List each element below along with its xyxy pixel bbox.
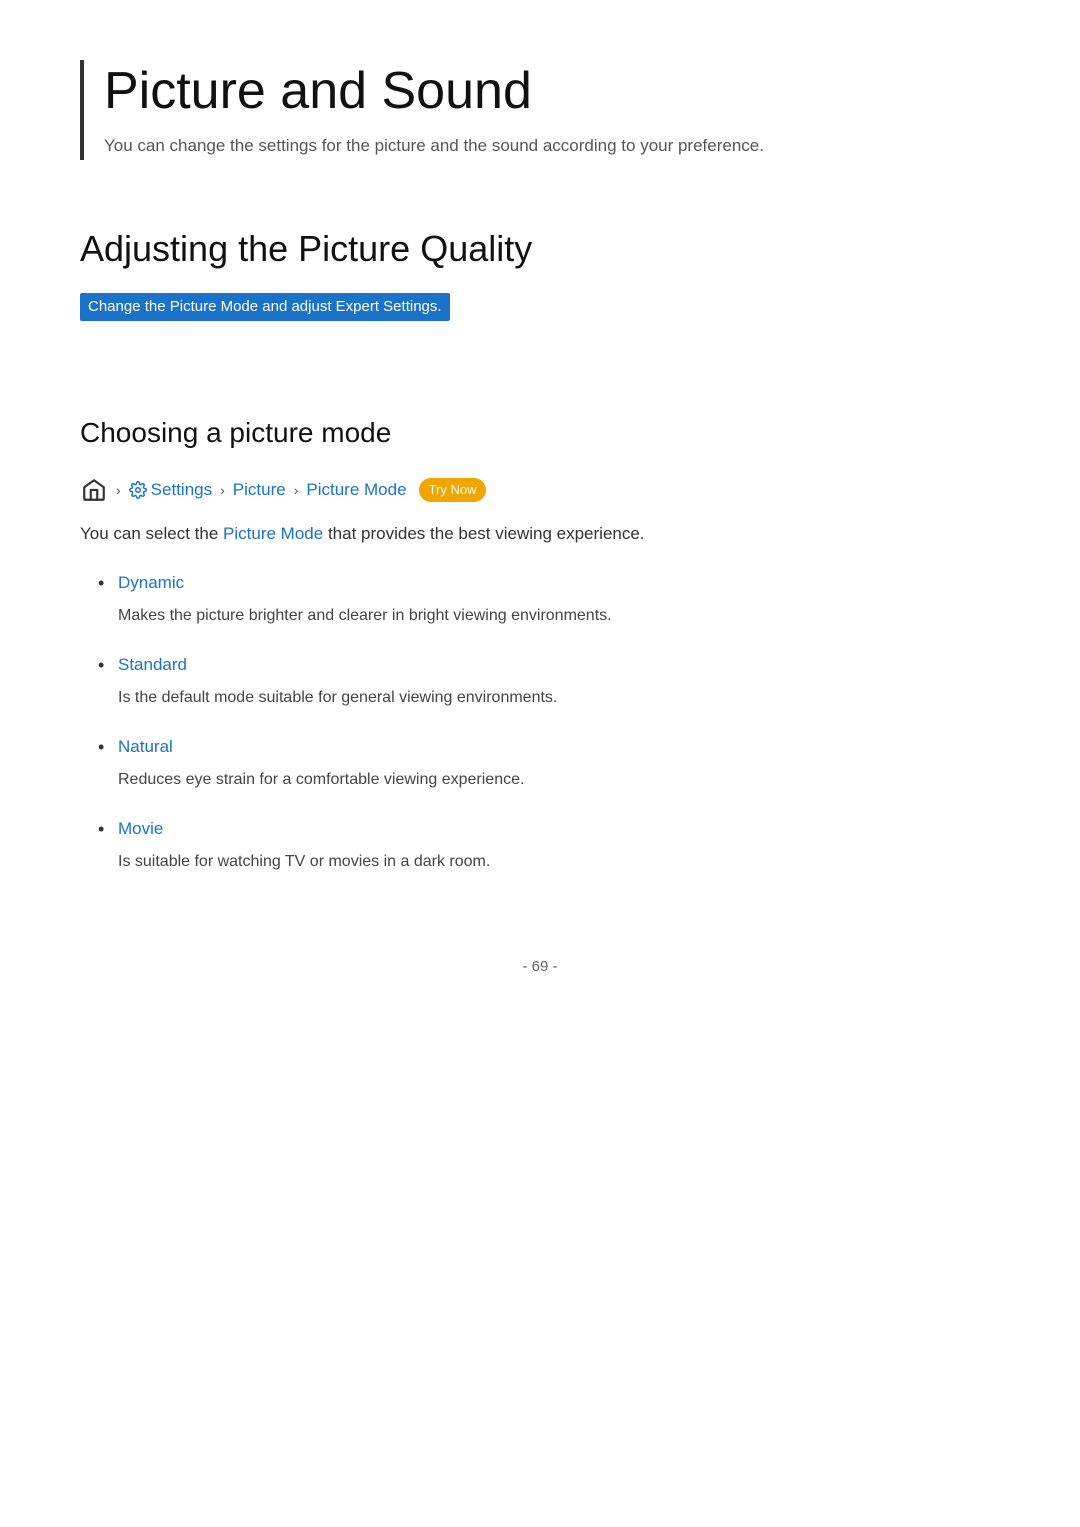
- item-desc-standard: Is the default mode suitable for general…: [118, 689, 557, 706]
- page-number: - 69 -: [522, 958, 557, 975]
- item-desc-dynamic: Makes the picture brighter and clearer i…: [118, 607, 612, 624]
- section1-highlight: Change the Picture Mode and adjust Exper…: [80, 293, 450, 321]
- list-item: Natural Reduces eye strain for a comfort…: [90, 733, 1000, 793]
- breadcrumb-picture-mode-link[interactable]: Picture Mode: [306, 476, 406, 503]
- page-title-block: Picture and Sound You can change the set…: [80, 60, 1000, 160]
- breadcrumb-picture-mode-label: Picture Mode: [306, 476, 406, 503]
- breadcrumb-picture-link[interactable]: Picture: [233, 476, 286, 503]
- section1-title: Adjusting the Picture Quality: [80, 220, 1000, 278]
- breadcrumb-settings-label: Settings: [151, 476, 212, 503]
- breadcrumb-settings-link[interactable]: Settings: [129, 476, 212, 503]
- list-item: Standard Is the default mode suitable fo…: [90, 651, 1000, 711]
- item-desc-movie: Is suitable for watching TV or movies in…: [118, 853, 490, 870]
- page-subtitle: You can change the settings for the pict…: [104, 132, 1000, 159]
- item-term-dynamic: Dynamic: [118, 569, 1000, 596]
- item-desc-natural: Reduces eye strain for a comfortable vie…: [118, 771, 524, 788]
- section-picture-quality: Adjusting the Picture Quality Change the…: [80, 220, 1000, 362]
- item-term-natural: Natural: [118, 733, 1000, 760]
- breadcrumb-chevron-1: ›: [116, 479, 121, 501]
- breadcrumb-chevron-3: ›: [294, 479, 299, 501]
- section2-title: Choosing a picture mode: [80, 411, 1000, 456]
- picture-mode-list: Dynamic Makes the picture brighter and c…: [80, 569, 1000, 875]
- section-picture-mode: Choosing a picture mode › Settings › Pic…: [80, 411, 1000, 875]
- item-term-movie: Movie: [118, 815, 1000, 842]
- page-footer: - 69 -: [80, 955, 1000, 979]
- breadcrumb-chevron-2: ›: [220, 479, 225, 501]
- list-item: Movie Is suitable for watching TV or mov…: [90, 815, 1000, 875]
- gear-icon: [129, 481, 147, 499]
- intro-rest: that provides the best viewing experienc…: [328, 524, 645, 543]
- item-term-standard: Standard: [118, 651, 1000, 678]
- page-title: Picture and Sound: [104, 60, 1000, 122]
- section2-intro: You can select the Picture Mode that pro…: [80, 520, 1000, 549]
- intro-link[interactable]: Picture Mode: [223, 524, 323, 543]
- home-icon[interactable]: [80, 476, 108, 504]
- breadcrumb: › Settings › Picture › Picture Mode Try …: [80, 476, 1000, 504]
- try-now-badge[interactable]: Try Now: [419, 478, 487, 503]
- breadcrumb-picture-label: Picture: [233, 476, 286, 503]
- list-item: Dynamic Makes the picture brighter and c…: [90, 569, 1000, 629]
- intro-prefix: You can select the: [80, 524, 218, 543]
